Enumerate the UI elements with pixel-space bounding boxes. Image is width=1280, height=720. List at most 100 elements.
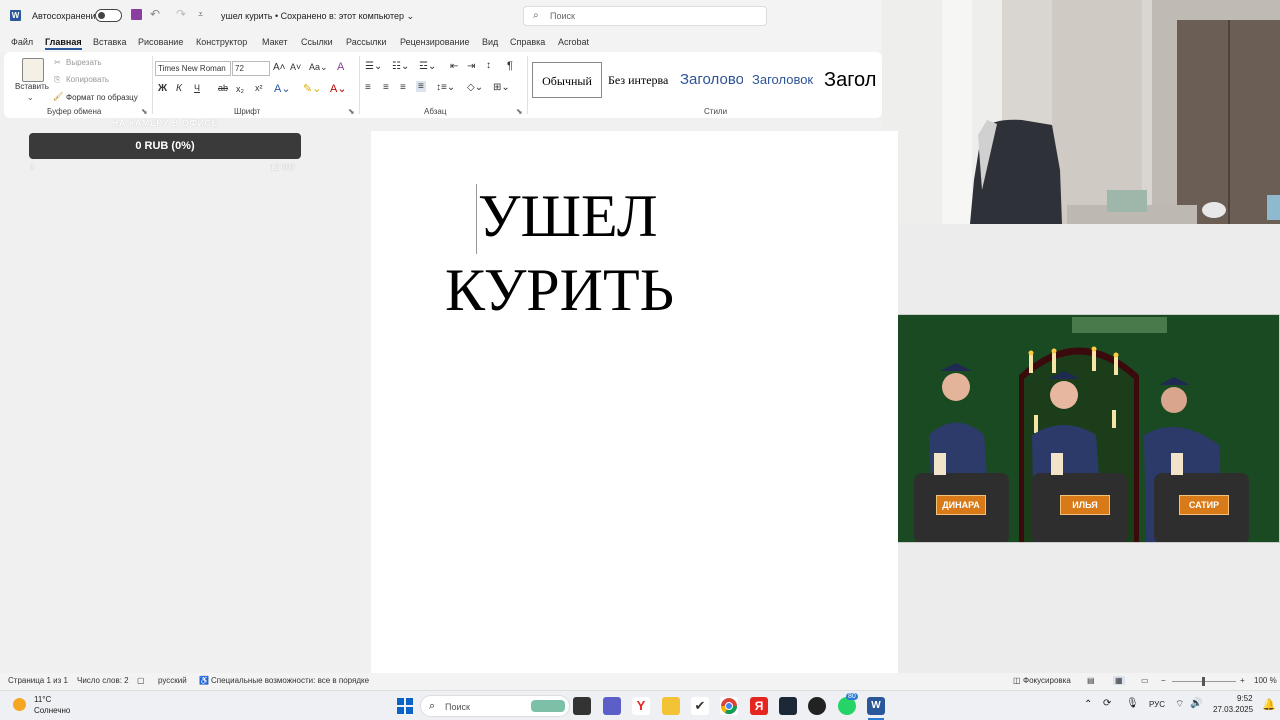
document-line-1[interactable]: УШЕЛ [478, 182, 658, 251]
show-marks-icon[interactable]: ¶ [507, 60, 513, 72]
document-line-2[interactable]: КУРИТЬ [445, 256, 674, 325]
tab-view[interactable]: Вид [482, 37, 498, 47]
chrome-icon[interactable] [720, 697, 738, 715]
font-name-select[interactable]: Times New Roman [155, 61, 231, 76]
steam-icon[interactable] [779, 697, 797, 715]
highlight-icon[interactable]: ✎⌄ [303, 82, 321, 95]
italic-button[interactable]: К [176, 83, 182, 94]
read-mode-icon[interactable]: ▤ [1087, 676, 1095, 685]
document-title[interactable]: ушел курить • Сохранено в: этот компьюте… [221, 11, 414, 22]
yandex-icon[interactable]: Я [750, 697, 768, 715]
sort-icon[interactable]: ↕ [486, 60, 491, 71]
notifications-icon[interactable]: 🔔 [1262, 698, 1276, 711]
tab-acrobat[interactable]: Acrobat [558, 37, 589, 47]
microphone-icon[interactable]: 🎙 [1126, 698, 1139, 709]
recording-app-icon[interactable] [808, 697, 826, 715]
grow-font-icon[interactable]: A˄ [273, 62, 286, 73]
undo-icon[interactable]: ↶ [150, 7, 160, 21]
tab-file[interactable]: Файл [11, 37, 33, 47]
file-explorer-icon[interactable] [662, 697, 680, 715]
clipboard-launcher-icon[interactable]: ⬊ [141, 107, 148, 116]
app-icon[interactable]: ✔ [691, 697, 709, 715]
zoom-level[interactable]: 100 % [1254, 676, 1277, 685]
tab-mailings[interactable]: Рассылки [346, 37, 386, 47]
style-no-spacing[interactable]: Без интерва [608, 62, 678, 98]
word-count[interactable]: Число слов: 2 [77, 676, 129, 685]
shading-icon[interactable]: ◇⌄ [467, 82, 483, 93]
text-effects-icon[interactable]: A⌄ [274, 82, 291, 95]
increase-indent-icon[interactable]: ⇥ [467, 61, 475, 72]
decrease-indent-icon[interactable]: ⇤ [450, 61, 458, 72]
word-taskbar-icon[interactable]: W [867, 697, 885, 715]
input-language[interactable]: РУС [1149, 700, 1165, 709]
tab-review[interactable]: Рецензирование [400, 37, 470, 47]
weather-desc[interactable]: Солнечно [34, 706, 70, 715]
align-center-icon[interactable]: ≡ [383, 82, 389, 93]
style-heading-2[interactable]: Заголовок [752, 62, 818, 98]
focus-button[interactable]: Фокусировка [1023, 676, 1071, 685]
yandex-browser-icon[interactable]: Y [632, 697, 650, 715]
zoom-in-icon[interactable]: + [1240, 676, 1245, 685]
tab-layout[interactable]: Макет [262, 37, 287, 47]
font-size-select[interactable]: 72 [232, 61, 270, 76]
subscript-icon[interactable]: x₂ [236, 84, 244, 94]
font-launcher-icon[interactable]: ⬊ [348, 107, 355, 116]
style-heading-1[interactable]: Заголово [680, 62, 743, 98]
web-layout-icon[interactable]: ▭ [1141, 676, 1149, 685]
tab-design[interactable]: Конструктор [196, 37, 247, 47]
numbering-icon[interactable]: ☷⌄ [392, 61, 409, 72]
strikethrough-icon[interactable]: ab [218, 83, 228, 93]
zoom-slider-thumb[interactable] [1202, 677, 1205, 686]
task-view-icon[interactable] [573, 697, 591, 715]
tab-insert[interactable]: Вставка [93, 37, 126, 47]
align-left-icon[interactable]: ≡ [365, 82, 371, 93]
multilevel-list-icon[interactable]: ☲⌄ [419, 61, 436, 72]
line-spacing-icon[interactable]: ↕≡⌄ [436, 82, 455, 93]
page-count[interactable]: Страница 1 из 1 [8, 676, 68, 685]
underline-button[interactable]: Ч [194, 83, 200, 93]
weather-sun-icon[interactable] [13, 698, 26, 711]
style-normal[interactable]: Обычный [532, 62, 602, 98]
paste-button[interactable]: Вставить [15, 82, 49, 91]
zoom-out-icon[interactable]: − [1161, 676, 1166, 685]
weather-temp[interactable]: 11°C [34, 695, 51, 704]
change-case-icon[interactable]: Aa⌄ [309, 62, 328, 73]
cut-button[interactable]: Вырезать [66, 58, 102, 67]
windows-start-icon[interactable] [396, 697, 414, 715]
language-status[interactable]: русский [158, 676, 187, 685]
clock-time[interactable]: 9:52 [1237, 694, 1253, 703]
clock-date[interactable]: 27.03.2025 [1213, 705, 1253, 714]
style-title[interactable]: Загол [824, 62, 882, 98]
tab-help[interactable]: Справка [510, 37, 545, 47]
superscript-icon[interactable]: x² [255, 83, 263, 93]
format-painter-button[interactable]: Формат по образцу [66, 93, 138, 102]
save-icon[interactable] [131, 9, 142, 20]
autosave-toggle[interactable] [95, 9, 122, 22]
wifi-icon[interactable]: ⌔ [1175, 698, 1184, 711]
paragraph-launcher-icon[interactable]: ⬊ [516, 107, 523, 116]
bullets-icon[interactable]: ☰⌄ [365, 61, 382, 72]
teams-icon[interactable] [603, 697, 621, 715]
customize-quick-access-icon[interactable]: ⩡ [198, 9, 203, 20]
print-layout-icon[interactable]: ▦ [1113, 676, 1125, 685]
font-color-icon[interactable]: A⌄ [330, 82, 347, 95]
tab-draw[interactable]: Рисование [138, 37, 183, 47]
tray-chevron-icon[interactable]: ⌃ [1084, 699, 1092, 710]
proofing-icon[interactable]: ▢ [137, 676, 145, 685]
taskbar-search[interactable]: ⌕ Поиск [420, 695, 570, 717]
redo-icon[interactable]: ↷ [176, 7, 186, 21]
paste-dropdown-icon[interactable]: ⌄ [27, 93, 34, 102]
sync-icon[interactable]: ⟳ [1103, 698, 1111, 709]
copy-button[interactable]: Копировать [66, 75, 109, 84]
tab-home[interactable]: Главная [45, 37, 82, 50]
borders-icon[interactable]: ⊞⌄ [493, 82, 510, 93]
clear-formatting-icon[interactable]: A [337, 61, 344, 73]
search-box[interactable]: ⌕ Поиск [523, 6, 767, 26]
tab-references[interactable]: Ссылки [301, 37, 333, 47]
bold-button[interactable]: Ж [158, 83, 167, 94]
volume-icon[interactable]: 🔊 [1190, 698, 1202, 709]
align-right-icon[interactable]: ≡ [400, 82, 406, 93]
shrink-font-icon[interactable]: A˅ [290, 62, 301, 72]
accessibility-status[interactable]: Специальные возможности: все в порядке [211, 676, 369, 685]
paste-icon[interactable] [22, 58, 44, 82]
